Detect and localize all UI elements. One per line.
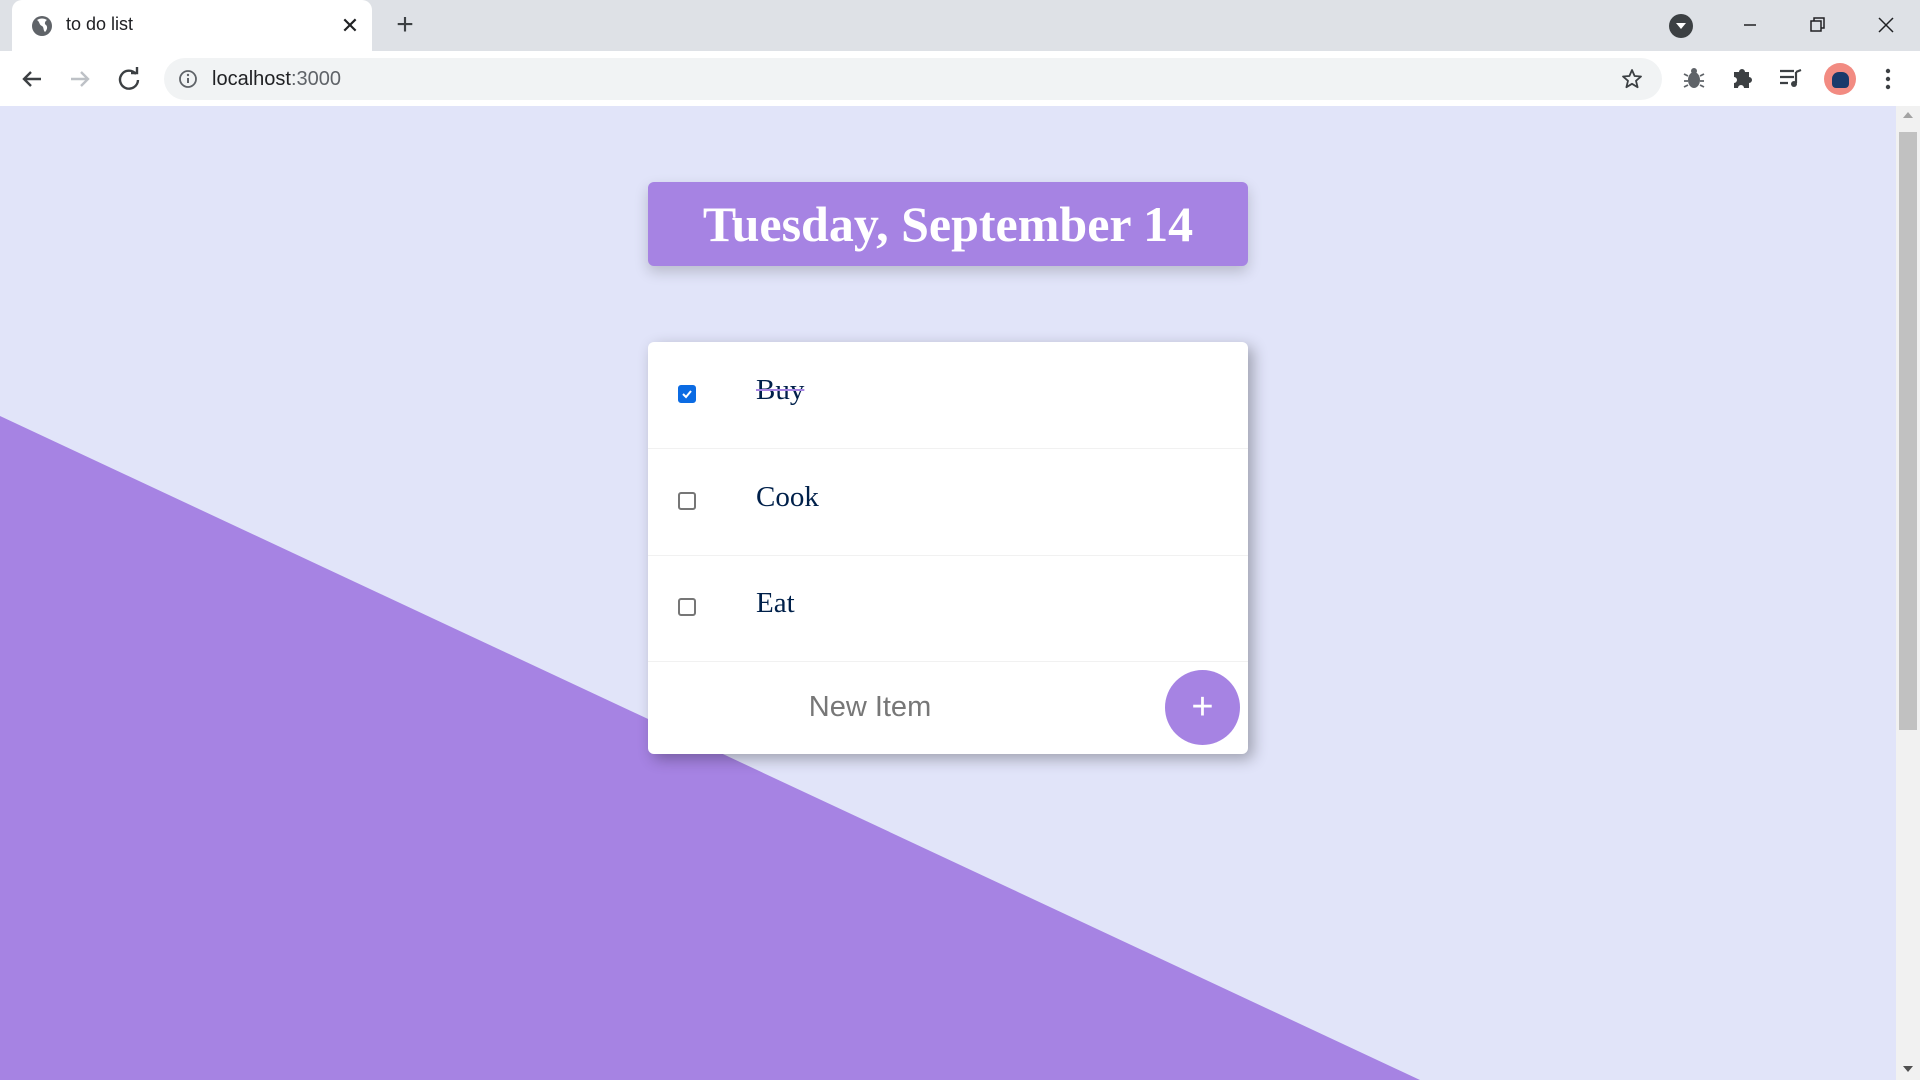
tab-title: to do list	[66, 14, 134, 34]
restore-icon[interactable]	[1797, 10, 1837, 40]
browser-tab-bar: to do list ✕ +	[0, 0, 1920, 51]
avatar-image	[1832, 72, 1849, 88]
new-item-form: +	[648, 662, 1248, 754]
url-host: localhost	[212, 68, 291, 90]
extensions-puzzle-icon[interactable]	[1728, 64, 1756, 92]
url-text: localhost:3000	[212, 68, 341, 91]
item-text: Eat	[756, 587, 795, 619]
new-tab-icon[interactable]: +	[389, 10, 421, 42]
forward-arrow-icon[interactable]	[64, 63, 96, 95]
scroll-down-arrow-icon[interactable]	[1903, 1066, 1913, 1072]
scroll-up-arrow-icon[interactable]	[1903, 112, 1913, 118]
page-title: Tuesday, September 14	[702, 196, 1194, 252]
url-port: :3000	[290, 68, 341, 90]
address-bar[interactable]: localhost:3000	[164, 58, 1662, 100]
item-text: Buy	[756, 374, 805, 406]
minimize-icon[interactable]	[1730, 10, 1770, 40]
reload-icon[interactable]	[113, 63, 145, 95]
vertical-scrollbar[interactable]	[1896, 106, 1920, 1080]
tab-search-icon[interactable]	[1669, 14, 1693, 38]
profile-avatar[interactable]	[1824, 63, 1856, 95]
media-control-icon[interactable]	[1776, 64, 1804, 92]
tab-close-icon[interactable]: ✕	[336, 12, 364, 40]
add-item-button[interactable]: +	[1165, 670, 1240, 745]
item-checkbox[interactable]	[678, 492, 696, 510]
list-item[interactable]: Buy	[648, 342, 1248, 449]
new-item-input[interactable]	[708, 676, 1032, 738]
page-viewport: Tuesday, September 14 Buy Cook Eat +	[0, 106, 1896, 1080]
bookmark-star-icon[interactable]	[1620, 67, 1644, 91]
item-checkbox[interactable]	[678, 598, 696, 616]
window-close-icon[interactable]	[1866, 10, 1906, 40]
list-item[interactable]: Cook	[648, 449, 1248, 556]
list-item[interactable]: Eat	[648, 555, 1248, 662]
scroll-thumb[interactable]	[1899, 132, 1917, 730]
browser-tab[interactable]: to do list ✕	[12, 0, 372, 51]
globe-icon	[32, 16, 52, 36]
item-text: Cook	[756, 481, 819, 513]
info-icon[interactable]	[178, 69, 198, 89]
kebab-menu-icon[interactable]	[1876, 65, 1900, 93]
bug-extension-icon[interactable]	[1680, 64, 1708, 92]
item-checkbox[interactable]	[678, 385, 696, 403]
todo-list: Buy Cook Eat +	[648, 342, 1248, 754]
back-arrow-icon[interactable]	[16, 63, 48, 95]
date-heading-box: Tuesday, September 14	[648, 182, 1248, 266]
browser-toolbar: localhost:3000	[0, 51, 1920, 107]
